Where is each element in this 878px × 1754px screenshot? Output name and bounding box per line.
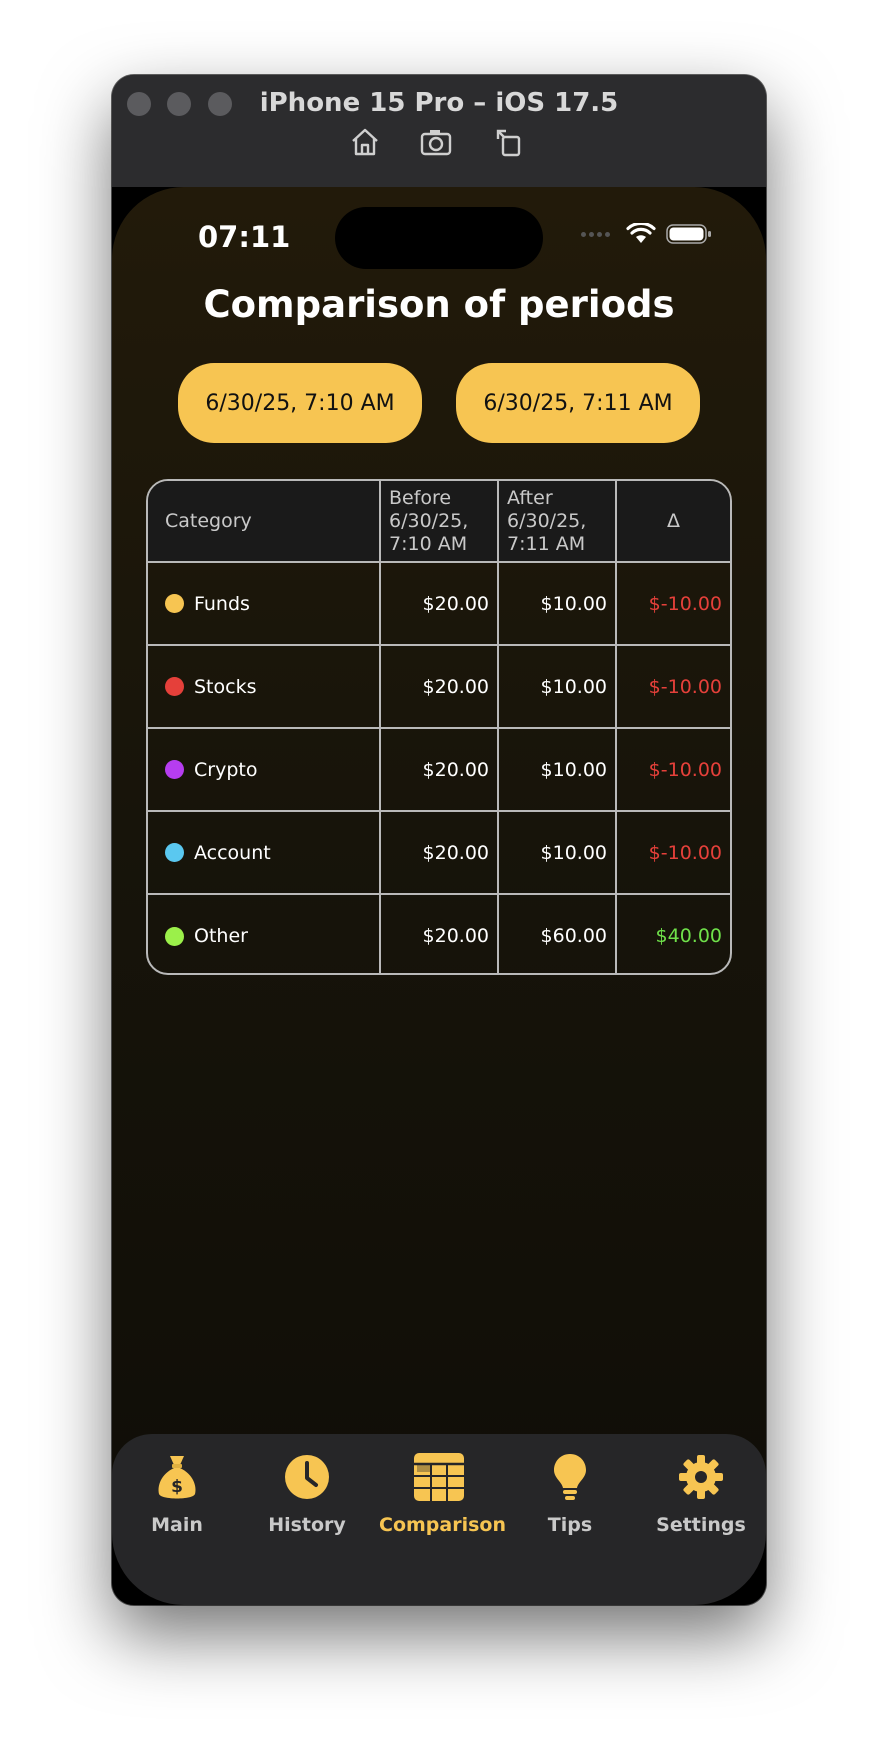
category-name: Account (194, 841, 271, 864)
table-row: Account $20.00 $10.00 $-10.00 (148, 812, 730, 895)
tab-settings[interactable]: Settings (641, 1448, 761, 1536)
category-cell: Crypto (148, 729, 381, 810)
tab-tips[interactable]: Tips (510, 1448, 630, 1536)
screenshot-icon[interactable] (419, 125, 453, 159)
category-dot (165, 843, 184, 862)
header-after-line: After (507, 486, 553, 509)
page-title: Comparison of periods (203, 283, 675, 326)
comparison-table: Category Before 6/30/25, 7:10 AM After 6… (146, 479, 732, 975)
category-dot (165, 677, 184, 696)
header-after: After 6/30/25, 7:11 AM (499, 481, 617, 561)
delta-value: $-10.00 (648, 841, 722, 864)
category-cell: Other (148, 895, 381, 973)
category-name: Stocks (194, 675, 257, 698)
header-before-line: 7:10 AM (389, 532, 468, 555)
wifi-icon (626, 223, 656, 243)
header-before: Before 6/30/25, 7:10 AM (381, 481, 499, 561)
before-value: $20.00 (381, 895, 499, 973)
before-value: $20.00 (381, 646, 499, 727)
tab-label: Settings (656, 1514, 746, 1536)
end-period-button[interactable]: 6/30/25, 7:11 AM (456, 363, 700, 443)
header-before-line: 6/30/25, (389, 509, 469, 532)
device-screen: 07:11 Comparison of periods 6/30/25, 7:1… (112, 187, 766, 1605)
table-icon (414, 1453, 464, 1501)
table-header: Category Before 6/30/25, 7:10 AM After 6… (148, 481, 730, 563)
after-value: $10.00 (499, 812, 617, 893)
category-cell: Account (148, 812, 381, 893)
after-value: $10.00 (499, 729, 617, 810)
before-value: $20.00 (381, 563, 499, 644)
delta-value: $-10.00 (648, 675, 722, 698)
tab-label: History (268, 1514, 346, 1536)
simulator-titlebar: iPhone 15 Pro – iOS 17.5 (112, 75, 766, 187)
simulator-window: iPhone 15 Pro – iOS 17.5 07:11 Compariso… (112, 75, 766, 1605)
table-row: Other $20.00 $60.00 $40.00 (148, 895, 730, 973)
after-value: $60.00 (499, 895, 617, 973)
tab-comparison[interactable]: Comparison (379, 1448, 506, 1536)
tab-bar: $ Main History Comparison Tips Settings (112, 1434, 766, 1605)
category-dot (165, 594, 184, 613)
header-delta: Δ (667, 510, 680, 532)
header-category: Category (148, 481, 381, 561)
category-cell: Funds (148, 563, 381, 644)
after-value: $10.00 (499, 646, 617, 727)
table-row: Funds $20.00 $10.00 $-10.00 (148, 563, 730, 646)
gear-icon (679, 1455, 723, 1499)
dynamic-island (335, 207, 543, 269)
after-value: $10.00 (499, 563, 617, 644)
table-row: Stocks $20.00 $10.00 $-10.00 (148, 646, 730, 729)
table-row: Crypto $20.00 $10.00 $-10.00 (148, 729, 730, 812)
status-time: 07:11 (198, 220, 291, 254)
money-bag-icon: $ (158, 1456, 196, 1499)
category-cell: Stocks (148, 646, 381, 727)
before-value: $20.00 (381, 729, 499, 810)
battery-icon (666, 224, 711, 244)
category-name: Other (194, 925, 248, 947)
category-name: Crypto (194, 758, 258, 781)
start-period-button[interactable]: 6/30/25, 7:10 AM (178, 363, 422, 443)
tab-label: Tips (547, 1514, 593, 1536)
category-dot (165, 760, 184, 779)
status-icons (581, 223, 712, 245)
cellular-signal-icon (581, 231, 610, 237)
tab-label: Main (151, 1514, 203, 1536)
category-dot (165, 926, 184, 946)
home-icon[interactable] (348, 125, 382, 159)
before-value: $20.00 (381, 812, 499, 893)
delta-value: $40.00 (655, 925, 722, 947)
delta-value: $-10.00 (648, 592, 722, 615)
app-background: 07:11 Comparison of periods 6/30/25, 7:1… (112, 187, 766, 1605)
tab-label: Comparison (379, 1514, 506, 1536)
header-after-line: 6/30/25, (507, 509, 587, 532)
header-before-line: Before (389, 486, 452, 509)
delta-value: $-10.00 (648, 758, 722, 781)
tab-main[interactable]: $ Main (117, 1448, 237, 1536)
rotate-icon[interactable] (492, 125, 526, 159)
tab-history[interactable]: History (247, 1448, 367, 1536)
category-name: Funds (194, 592, 250, 615)
clock-icon (285, 1455, 329, 1499)
lightbulb-icon (554, 1454, 586, 1500)
window-title: iPhone 15 Pro – iOS 17.5 (259, 88, 619, 118)
header-after-line: 7:11 AM (507, 532, 586, 555)
svg-text:$: $ (171, 1477, 183, 1497)
